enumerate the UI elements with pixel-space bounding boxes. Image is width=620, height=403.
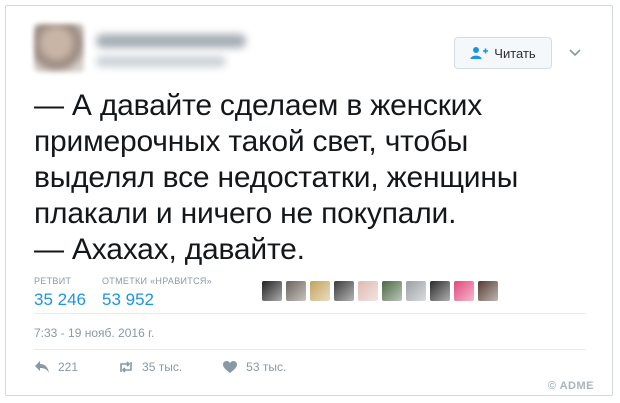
watermark: © ADME (547, 380, 594, 392)
retweet-stat[interactable]: РЕТВИТ 35 246 (34, 276, 86, 310)
follow-button[interactable]: Читать (454, 37, 552, 69)
retweet-icon (120, 361, 132, 373)
avatar[interactable] (34, 24, 84, 72)
like-action[interactable]: 53 тыс. (222, 360, 286, 374)
tweet-actions: 221 35 тыс. 53 тыс. (34, 360, 326, 374)
like-count: 53 тыс. (246, 360, 287, 374)
retweet-count: 35 тыс. (142, 360, 183, 374)
blurred-username (96, 56, 226, 67)
liker-avatar[interactable] (262, 281, 282, 301)
liker-avatar[interactable] (334, 281, 354, 301)
liker-avatar[interactable] (286, 281, 306, 301)
liker-avatars (262, 281, 498, 301)
liker-avatar[interactable] (478, 281, 498, 301)
tweet-text: — А давайте сделаем в женских примерочны… (34, 89, 519, 266)
follow-button-label: Читать (494, 45, 536, 61)
liker-avatar[interactable] (454, 281, 474, 301)
retweet-stat-value[interactable]: 35 246 (34, 290, 86, 310)
reply-action[interactable]: 221 (34, 360, 78, 374)
liker-avatar[interactable] (382, 281, 402, 301)
retweet-stat-label: РЕТВИТ (34, 276, 72, 286)
tweet-stats: РЕТВИТ 35 246 ОТМЕТКИ «НРАВИТСЯ» 53 952 (34, 276, 212, 310)
liker-avatar[interactable] (358, 281, 378, 301)
liker-avatar[interactable] (310, 281, 330, 301)
retweet-action[interactable]: 35 тыс. (118, 360, 182, 374)
reply-count: 221 (58, 360, 79, 374)
liker-avatar[interactable] (430, 281, 450, 301)
likes-stat-label: ОТМЕТКИ «НРАВИТСЯ» (102, 276, 212, 286)
heart-icon (223, 361, 238, 373)
chevron-down-icon[interactable] (567, 44, 583, 60)
liker-avatar[interactable] (406, 281, 426, 301)
likes-stat[interactable]: ОТМЕТКИ «НРАВИТСЯ» 53 952 (102, 276, 212, 310)
divider (34, 313, 586, 314)
divider (34, 349, 586, 350)
likes-stat-value[interactable]: 53 952 (102, 290, 212, 310)
tweet-date[interactable]: 7:33 - 19 нояб. 2016 г. (34, 326, 154, 340)
blurred-display-name[interactable] (96, 34, 246, 48)
reply-icon (35, 361, 49, 373)
follow-person-icon (470, 47, 489, 59)
